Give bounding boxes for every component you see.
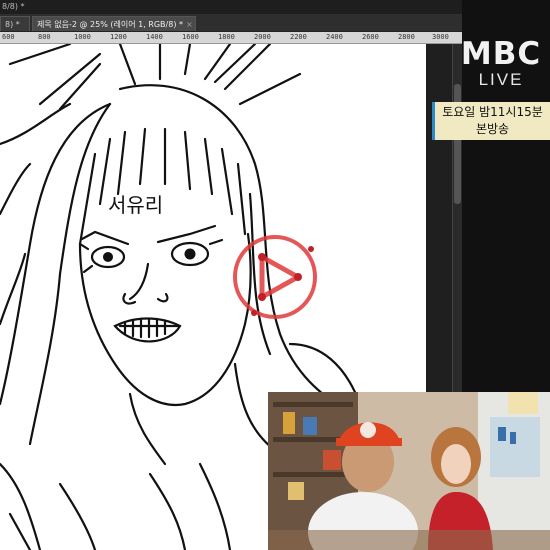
tab-document-2[interactable]: 제목 없음-2 @ 25% (레이어 1, RGB/8) * × <box>32 16 196 31</box>
ruler-label: 2200 <box>290 33 307 41</box>
ruler-label: 1200 <box>110 33 127 41</box>
ruler-label: 800 <box>38 33 51 41</box>
schedule-line-1: 토요일 밤11시15분 <box>442 105 543 119</box>
ruler-label: 1800 <box>218 33 235 41</box>
webcam-image <box>268 392 550 550</box>
ruler-label: 2600 <box>362 33 379 41</box>
ruler-label: 3000 <box>432 33 449 41</box>
ruler-label: 1600 <box>182 33 199 41</box>
window-title: 8/8) * <box>2 2 25 11</box>
horizontal-ruler: 600 800 1000 1200 1400 1600 1800 2000 22… <box>0 32 462 44</box>
tab-close-icon[interactable]: × <box>186 20 193 29</box>
tab-document-1[interactable]: 8) * <box>0 16 30 31</box>
app-window: 8/8) * 8) * 제목 없음-2 @ 25% (레이어 1, RGB/8)… <box>0 0 550 550</box>
live-label: LIVE <box>478 70 524 89</box>
play-button[interactable] <box>226 233 324 321</box>
ruler-label: 1000 <box>74 33 91 41</box>
ruler-label: 2800 <box>398 33 415 41</box>
ruler-label: 2000 <box>254 33 271 41</box>
webcam-inset <box>268 392 550 550</box>
tab-label: 8) * <box>5 20 20 29</box>
schedule-banner: 토요일 밤11시15분 본방송 <box>432 102 550 140</box>
play-icon <box>233 235 317 319</box>
mbc-logo: MBC <box>460 36 542 72</box>
document-tabs: 8) * 제목 없음-2 @ 25% (레이어 1, RGB/8) * × <box>0 14 462 32</box>
ruler-label: 1400 <box>146 33 163 41</box>
name-label: 서유리 <box>108 193 163 217</box>
ruler-label: 2400 <box>326 33 343 41</box>
tab-label: 제목 없음-2 @ 25% (레이어 1, RGB/8) * <box>37 20 183 29</box>
ruler-label: 600 <box>2 33 15 41</box>
schedule-line-2: 본방송 <box>475 122 510 136</box>
